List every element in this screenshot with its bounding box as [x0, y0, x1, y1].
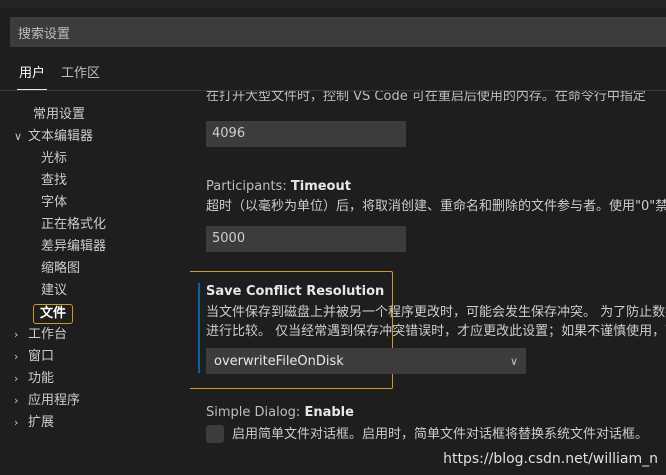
participants-timeout-title: Participants: Timeout: [206, 179, 351, 194]
memory-input[interactable]: 4096: [206, 121, 406, 147]
save-conflict-description-2: 进行比较。 仅当经常遇到保存冲突错误时，才应更改此设置；如果不谨慎使用，可: [206, 324, 666, 339]
toc-item-features[interactable]: › 功能: [14, 368, 54, 390]
settings-search-input[interactable]: 搜索设置: [10, 17, 666, 47]
save-conflict-select[interactable]: overwriteFileOnDisk ∨: [206, 348, 526, 374]
toc-item-files[interactable]: 文件: [33, 304, 74, 324]
settings-content: 在打开大型文件时，控制 VS Code 可在重启后使用的内存。在命令行中指定 4…: [190, 91, 666, 475]
toc-item-cursor[interactable]: 光标: [41, 148, 67, 170]
setting-name: Timeout: [290, 179, 351, 194]
toc-item-minimap[interactable]: 缩略图: [41, 258, 80, 280]
chevron-right-icon: ›: [14, 328, 19, 341]
participants-timeout-input[interactable]: 5000: [206, 226, 406, 252]
select-value: overwriteFileOnDisk: [214, 353, 344, 369]
toc-label: 扩展: [28, 415, 55, 430]
chevron-right-icon: ›: [14, 372, 19, 385]
setting-category: Participants:: [206, 179, 291, 194]
chevron-right-icon: ›: [14, 350, 19, 363]
title-bar-strip: [0, 0, 666, 8]
toc-item-extensions[interactable]: › 扩展: [14, 412, 54, 434]
chevron-right-icon: ›: [14, 394, 19, 407]
simple-dialog-title: Simple Dialog: Enable: [206, 405, 354, 420]
simple-dialog-label: 启用简单文件对话框。启用时，简单文件对话框将替换系统文件对话框。: [232, 427, 649, 442]
chevron-right-icon: ›: [14, 416, 19, 429]
toc-item-common[interactable]: 常用设置: [33, 104, 85, 126]
toc-label: 文本编辑器: [28, 129, 94, 144]
participants-timeout-description: 超时（以毫秒为单位）后，将取消创建、重命名和删除的文件参与者。使用"0"禁: [206, 199, 666, 214]
watermark: https://blog.csdn.net/william_n: [443, 451, 658, 467]
search-placeholder: 搜索设置: [18, 26, 71, 42]
toc-item-workbench[interactable]: › 工作台: [14, 324, 67, 346]
toc-item-diff-editor[interactable]: 差异编辑器: [41, 236, 106, 258]
setting-category: Simple Dialog:: [206, 405, 305, 420]
tab-user[interactable]: 用户: [16, 58, 48, 90]
setting-name: Enable: [304, 405, 354, 420]
simple-dialog-checkbox[interactable]: [206, 425, 224, 443]
chevron-down-icon: ∨: [14, 130, 23, 143]
save-conflict-title: Save Conflict Resolution: [206, 284, 385, 299]
chevron-down-icon: ∨: [509, 354, 518, 368]
toc-label: 应用程序: [28, 393, 81, 408]
settings-toc: 常用设置 ∨ 文本编辑器 光标 查找 字体 正在格式化 差异编辑器 缩略图 建议 …: [0, 100, 190, 440]
toc-item-text-editor[interactable]: ∨ 文本编辑器: [14, 126, 93, 148]
toc-item-find[interactable]: 查找: [41, 170, 67, 192]
tab-workspace[interactable]: 工作区: [61, 58, 100, 90]
toc-label: 窗口: [28, 349, 55, 364]
save-conflict-description-1: 当文件保存到磁盘上并被另一个程序更改时，可能会发生保存冲突。 为了防止数据: [206, 305, 666, 320]
modified-indicator: [198, 283, 200, 373]
toc-item-suggestions[interactable]: 建议: [41, 280, 67, 302]
settings-scope-tabs: 用户 工作区: [0, 58, 666, 90]
toc-item-formatting[interactable]: 正在格式化: [41, 214, 106, 236]
toc-label: 功能: [28, 371, 55, 386]
memory-setting-description: 在打开大型文件时，控制 VS Code 可在重启后使用的内存。在命令行中指定: [206, 91, 646, 104]
toc-item-application[interactable]: › 应用程序: [14, 390, 80, 412]
toc-label: 工作台: [28, 327, 68, 342]
toc-item-font[interactable]: 字体: [41, 192, 67, 214]
toc-item-window[interactable]: › 窗口: [14, 346, 54, 368]
